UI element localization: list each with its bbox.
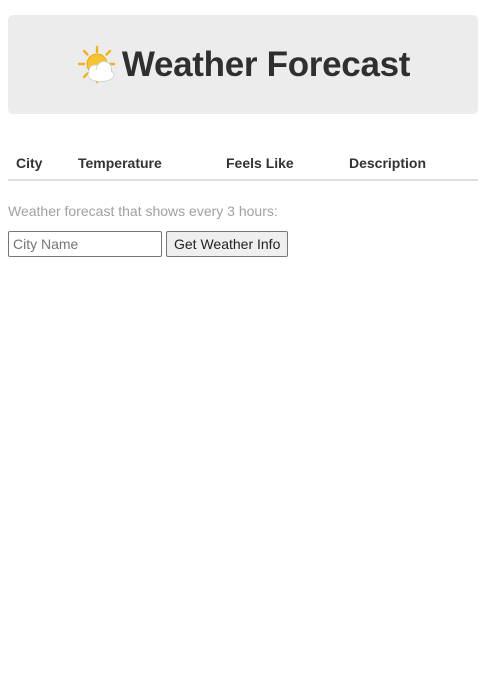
forecast-note: Weather forecast that shows every 3 hour…: [8, 203, 278, 219]
column-header-temperature: Temperature: [70, 146, 218, 181]
sun-behind-cloud-icon: [77, 45, 116, 83]
column-header-city: City: [8, 146, 70, 181]
city-name-input[interactable]: [8, 231, 162, 257]
city-form: Get Weather Info: [8, 231, 289, 257]
page-title-wrapper: Weather Forecast: [76, 45, 410, 85]
get-weather-info-button[interactable]: Get Weather Info: [166, 231, 289, 257]
column-header-feels-like: Feels Like: [218, 146, 341, 181]
table-header-row: City Temperature Feels Like Description: [8, 146, 478, 181]
page-title: Weather Forecast: [121, 44, 411, 84]
column-header-description: Description: [341, 146, 478, 181]
page-header: Weather Forecast: [8, 15, 478, 114]
forecast-table: City Temperature Feels Like Description: [8, 146, 478, 181]
